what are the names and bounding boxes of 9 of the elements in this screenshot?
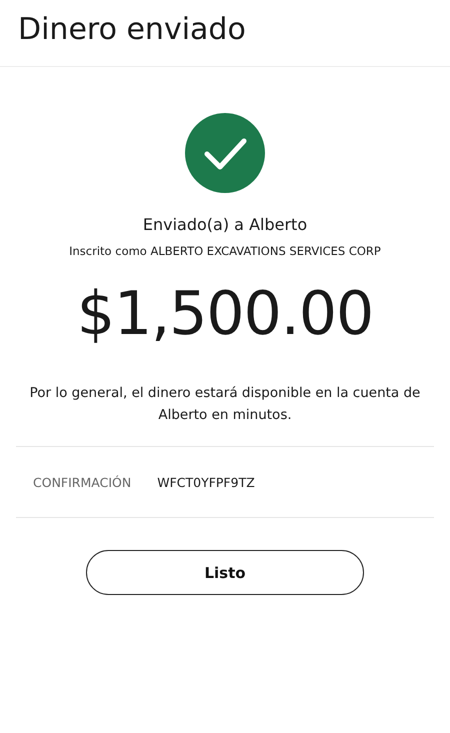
page-title: Dinero enviado [18, 11, 247, 49]
done-button[interactable]: Listo [86, 550, 364, 595]
recipient-text: Enviado(a) a Alberto [142, 215, 308, 234]
enrolled-text: Inscrito como ALBERTO EXCAVATIONS SERVICES CORP [69, 244, 381, 258]
confirmation-number: WFCT0YFPF9TZ [157, 474, 255, 490]
amount-text: $1,500.00 [76, 278, 374, 351]
availability-note: Por lo general, el dinero estará disponible en la cuenta de Alberto en minutos. [28, 384, 422, 425]
confirmation-label: CONFIRMACIÓN [33, 474, 132, 490]
checkmark-icon [185, 113, 265, 193]
